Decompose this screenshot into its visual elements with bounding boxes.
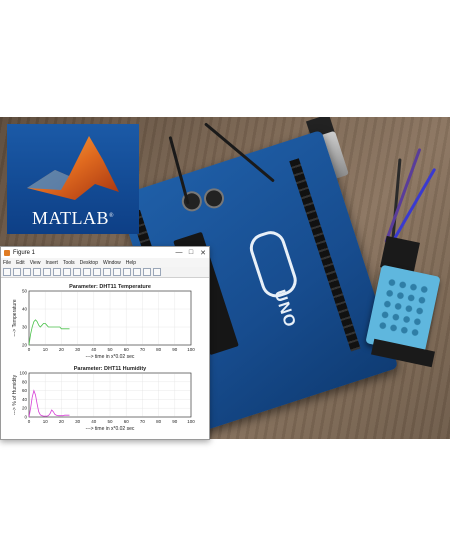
dock-icon[interactable]: [153, 268, 161, 276]
sensor-vents: [376, 276, 431, 341]
x-tick-label: 80: [156, 419, 162, 424]
hide-icon[interactable]: [143, 268, 151, 276]
menu-view[interactable]: View: [30, 260, 41, 266]
datacursor-icon[interactable]: [93, 268, 101, 276]
menu-file[interactable]: File: [3, 260, 11, 266]
y-tick-label: 20: [22, 343, 28, 348]
figure-window: Figure 1 — □ ✕ File Edit View Insert Too…: [0, 246, 210, 440]
y-tick-label: 80: [22, 379, 28, 384]
y-tick-label: 60: [22, 388, 28, 393]
x-tick-label: 40: [91, 419, 97, 424]
x-tick-label: 20: [59, 419, 65, 424]
colorbar-icon[interactable]: [123, 268, 131, 276]
zoom-out-icon[interactable]: [63, 268, 71, 276]
x-tick-label: 20: [59, 347, 65, 352]
x-tick-label: 70: [140, 419, 146, 424]
matlab-logo: MATLAB®: [7, 124, 139, 234]
pan-icon[interactable]: [73, 268, 81, 276]
uno-label: UNO: [270, 288, 299, 330]
menu-insert[interactable]: Insert: [45, 260, 58, 266]
x-tick-label: 0: [28, 347, 31, 352]
menu-tools[interactable]: Tools: [63, 260, 75, 266]
x-tick-label: 100: [187, 419, 195, 424]
rotate-icon[interactable]: [83, 268, 91, 276]
y-tick-label: 40: [22, 307, 28, 312]
save-icon[interactable]: [23, 268, 31, 276]
menu-bar: File Edit View Insert Tools Desktop Wind…: [1, 258, 209, 267]
x-tick-label: 100: [187, 347, 195, 352]
capacitor: [201, 185, 227, 211]
y-tick-label: 50: [22, 289, 28, 294]
x-tick-label: 90: [172, 419, 178, 424]
print-icon[interactable]: [33, 268, 41, 276]
pointer-icon[interactable]: [43, 268, 51, 276]
figure-icon: [4, 249, 10, 256]
legend-icon[interactable]: [133, 268, 141, 276]
minimize-button[interactable]: —: [173, 249, 185, 256]
x-tick-label: 70: [140, 347, 146, 352]
arduino-logo-icon: [245, 227, 301, 302]
x-tick-label: 90: [172, 347, 178, 352]
x-tick-label: 0: [28, 419, 31, 424]
x-tick-label: 60: [124, 419, 130, 424]
y-tick-label: 40: [22, 397, 28, 402]
matlab-membrane-icon: [27, 136, 119, 200]
x-tick-label: 10: [43, 419, 49, 424]
figure-canvas: Parameter: DHT11 Temperature 0 10 20 30 40 50 6…: [1, 278, 209, 439]
maximize-button[interactable]: □: [185, 249, 197, 256]
open-icon[interactable]: [13, 268, 21, 276]
y-tick-label: 100: [19, 371, 27, 376]
window-title: Figure 1: [13, 249, 36, 256]
menu-desktop[interactable]: Desktop: [80, 260, 98, 266]
plot-title: Parameter: DHT11 Humidity: [74, 366, 147, 372]
brush-icon[interactable]: [103, 268, 111, 276]
matlab-wordmark: MATLAB®: [31, 208, 115, 228]
title-bar: Figure 1 — □ ✕: [1, 247, 209, 258]
x-tick-label: 30: [75, 419, 81, 424]
link-icon[interactable]: [113, 268, 121, 276]
new-icon[interactable]: [3, 268, 11, 276]
x-tick-label: 50: [107, 347, 113, 352]
plots-svg: Parameter: DHT11 Temperature 0 10 20 30 40 50 6…: [12, 284, 195, 432]
menu-edit[interactable]: Edit: [16, 260, 25, 266]
close-button[interactable]: ✕: [197, 249, 209, 257]
x-axis-label: ---> time in x*0.02 sec: [86, 426, 135, 432]
x-tick-label: 80: [156, 347, 162, 352]
menu-help[interactable]: Help: [126, 260, 136, 266]
zoom-in-icon[interactable]: [53, 268, 61, 276]
x-tick-label: 50: [107, 419, 113, 424]
x-axis-label: ---> time in x*0.02 sec: [86, 354, 135, 360]
y-tick-label: 30: [22, 325, 28, 330]
x-tick-label: 10: [43, 347, 49, 352]
plot-title: Parameter: DHT11 Temperature: [69, 284, 151, 290]
y-axis-label: ---> % of Humidity: [12, 374, 18, 415]
y-tick-label: 20: [22, 406, 28, 411]
figure-toolbar: [1, 267, 209, 278]
y-axis-label: ---> Temperature: [12, 299, 18, 337]
menu-window[interactable]: Window: [103, 260, 121, 266]
x-tick-label: 40: [91, 347, 97, 352]
x-tick-label: 30: [75, 347, 81, 352]
x-tick-label: 60: [124, 347, 130, 352]
